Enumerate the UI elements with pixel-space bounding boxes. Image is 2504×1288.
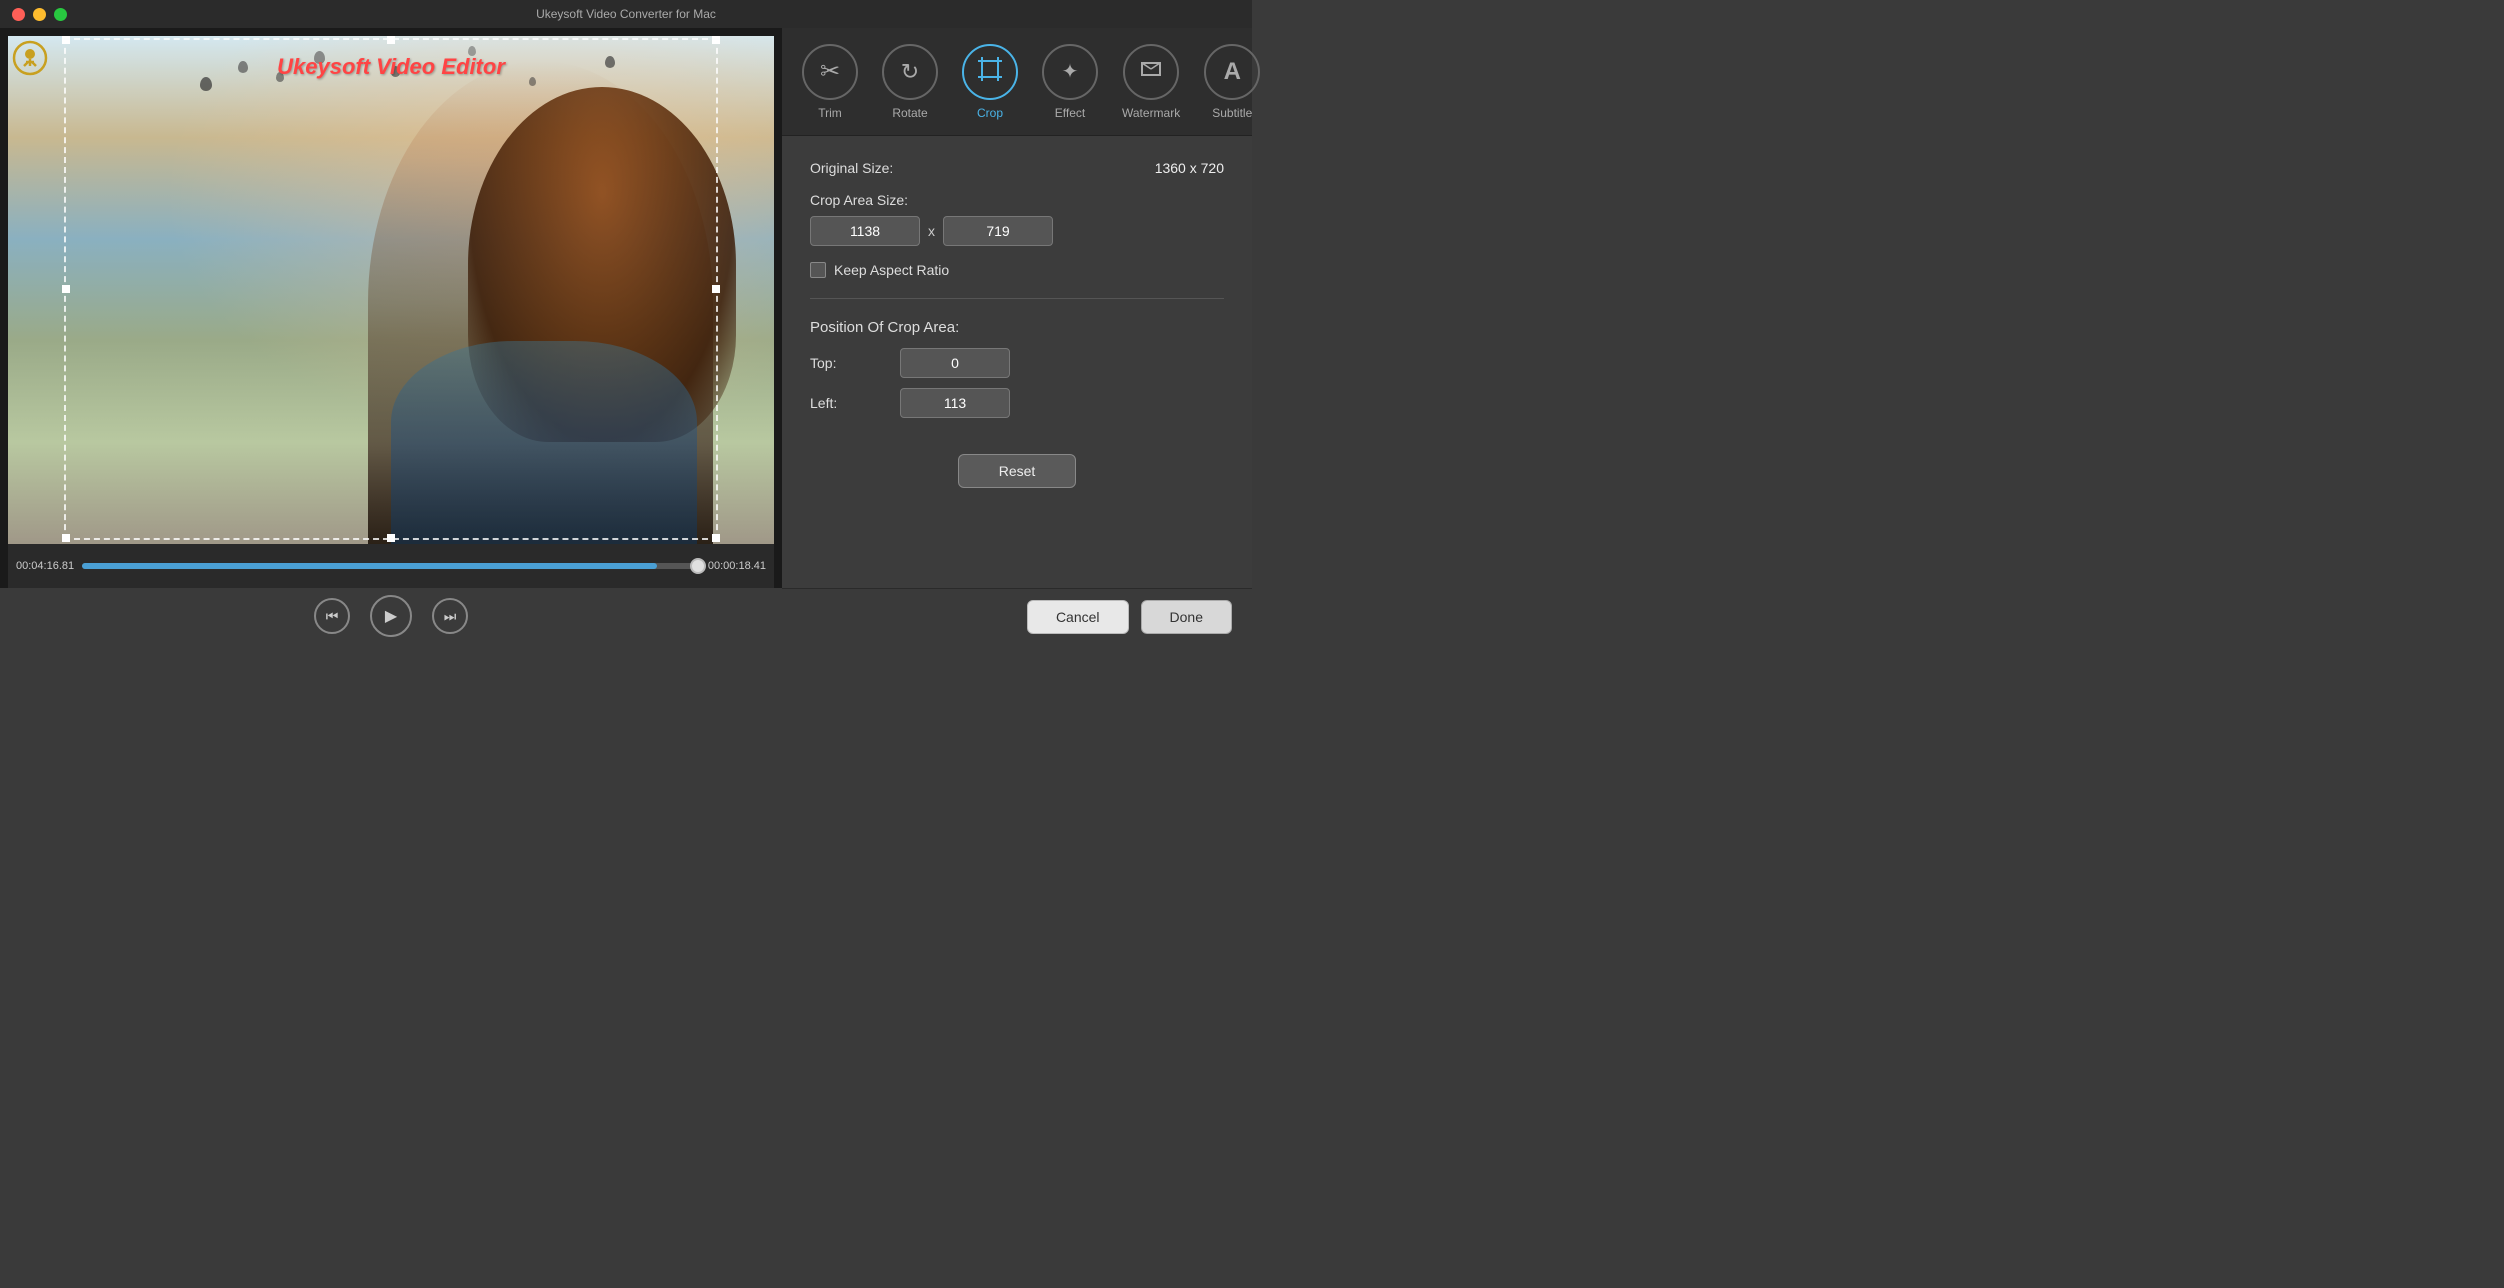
reset-section: Reset — [810, 446, 1224, 488]
maximize-button[interactable] — [54, 8, 67, 21]
subtitle-label: Subtitle — [1212, 106, 1252, 120]
effect-label: Effect — [1055, 106, 1085, 120]
trim-label: Trim — [818, 106, 842, 120]
position-label-row: Position Of Crop Area: — [810, 319, 1224, 336]
trim-icon: ✂ — [820, 57, 840, 86]
subtitle-icon-wrap: A — [1204, 44, 1260, 100]
subtitle-icon: A — [1224, 58, 1241, 86]
prev-icon: ⏮ — [326, 608, 339, 625]
rotate-icon: ↻ — [901, 59, 919, 85]
left-input[interactable] — [900, 388, 1010, 418]
prev-button[interactable]: ⏮ — [314, 598, 350, 634]
tool-watermark[interactable]: Watermark — [1110, 36, 1192, 128]
video-panel: Ukeysoft Video Editor 00:04:16.81 — [0, 28, 782, 644]
toolbar: ✂ Trim ↻ Rotate — [782, 28, 1252, 136]
next-icon: ⏭ — [444, 608, 457, 625]
crop-width-input[interactable] — [810, 216, 920, 246]
crop-area-section: Crop Area Size: x — [810, 192, 1224, 246]
watermark-label: Watermark — [1122, 106, 1180, 120]
section-divider — [810, 298, 1224, 299]
watermark-icon — [1139, 57, 1163, 87]
video-overlay-title: Ukeysoft Video Editor — [277, 54, 505, 80]
window-title: Ukeysoft Video Converter for Mac — [536, 7, 716, 21]
crop-height-input[interactable] — [943, 216, 1053, 246]
title-bar: Ukeysoft Video Converter for Mac — [0, 0, 1252, 28]
tool-trim[interactable]: ✂ Trim — [790, 36, 870, 128]
time-remaining: 00:00:18.41 — [708, 560, 766, 572]
done-button[interactable]: Done — [1141, 600, 1232, 634]
watermark-icon-wrap — [1123, 44, 1179, 100]
progress-track[interactable] — [82, 563, 700, 569]
crop-icon — [977, 56, 1003, 88]
crop-area-label-row: Crop Area Size: — [810, 192, 1224, 208]
reset-button[interactable]: Reset — [958, 454, 1077, 488]
tool-effect[interactable]: ✦ Effect — [1030, 36, 1110, 128]
app-icon — [12, 40, 48, 76]
top-label: Top: — [810, 355, 890, 371]
rotate-icon-wrap: ↻ — [882, 44, 938, 100]
timeline-area: 00:04:16.81 00:00:18.41 — [8, 544, 774, 588]
tool-crop[interactable]: Crop — [950, 36, 1030, 128]
effect-icon: ✦ — [1062, 59, 1079, 84]
cancel-button[interactable]: Cancel — [1027, 600, 1129, 634]
left-label: Left: — [810, 395, 890, 411]
clothing-overlay — [391, 341, 697, 544]
crop-size-inputs: x — [810, 216, 1224, 246]
crop-area-label: Crop Area Size: — [810, 192, 908, 208]
tool-rotate[interactable]: ↻ Rotate — [870, 36, 950, 128]
progress-thumb[interactable] — [690, 558, 706, 574]
right-panel: ✂ Trim ↻ Rotate — [782, 28, 1252, 644]
video-area: Ukeysoft Video Editor — [8, 36, 774, 544]
top-input[interactable] — [900, 348, 1010, 378]
video-content: Ukeysoft Video Editor — [8, 36, 774, 544]
keep-aspect-row: Keep Aspect Ratio — [810, 262, 1224, 278]
next-button[interactable]: ⏭ — [432, 598, 468, 634]
play-button[interactable]: ▶ — [370, 595, 412, 637]
position-label: Position Of Crop Area: — [810, 319, 959, 336]
controls-area: ⏮ ▶ ⏭ — [0, 588, 782, 644]
keep-aspect-label: Keep Aspect Ratio — [834, 262, 949, 278]
minimize-button[interactable] — [33, 8, 46, 21]
keep-aspect-checkbox[interactable] — [810, 262, 826, 278]
progress-fill — [82, 563, 657, 569]
play-icon: ▶ — [385, 606, 397, 626]
settings-panel: Original Size: 1360 x 720 Crop Area Size… — [782, 136, 1252, 588]
crop-label: Crop — [977, 106, 1003, 120]
tool-subtitle[interactable]: A Subtitle — [1192, 36, 1272, 128]
rotate-label: Rotate — [892, 106, 927, 120]
main-container: Ukeysoft Video Editor 00:04:16.81 — [0, 28, 1252, 644]
balloon-1 — [200, 77, 212, 91]
original-size-value: 1360 x 720 — [1155, 160, 1224, 176]
window-controls — [12, 8, 67, 21]
time-elapsed: 00:04:16.81 — [16, 560, 74, 572]
effect-icon-wrap: ✦ — [1042, 44, 1098, 100]
position-section: Position Of Crop Area: Top: Left: — [810, 319, 1224, 418]
original-size-section: Original Size: 1360 x 720 — [810, 160, 1224, 176]
original-size-row: Original Size: 1360 x 720 — [810, 160, 1224, 176]
trim-icon-wrap: ✂ — [802, 44, 858, 100]
crop-icon-wrap — [962, 44, 1018, 100]
close-button[interactable] — [12, 8, 25, 21]
size-x-separator: x — [928, 223, 935, 239]
footer-bar: Cancel Done — [782, 588, 1252, 644]
original-size-label: Original Size: — [810, 160, 893, 176]
position-grid: Top: Left: — [810, 348, 1224, 418]
balloon-2 — [238, 61, 248, 73]
